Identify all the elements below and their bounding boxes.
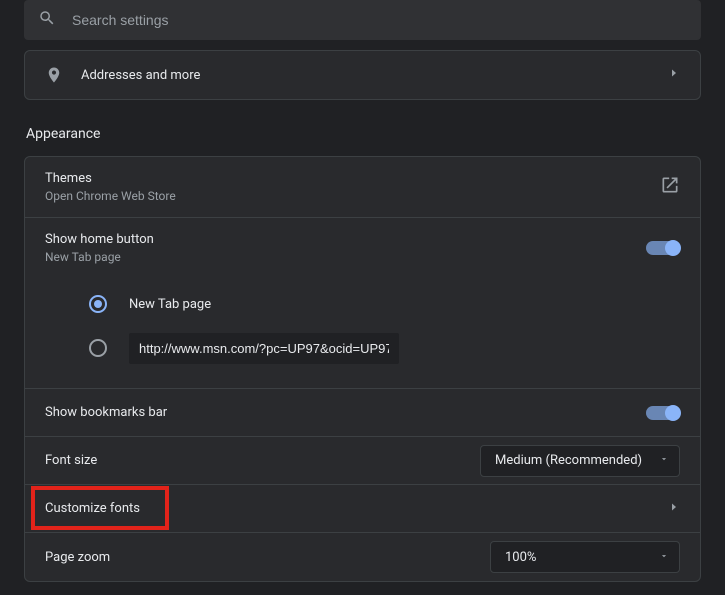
radio-custom-url[interactable]: [89, 339, 107, 357]
home-button-toggle[interactable]: [646, 241, 680, 255]
customize-fonts-row[interactable]: Customize fonts: [25, 485, 700, 533]
bookmarks-label: Show bookmarks bar: [45, 405, 646, 420]
search-bar[interactable]: [24, 0, 701, 40]
appearance-card: Themes Open Chrome Web Store Show home b…: [24, 156, 701, 582]
home-button-radio-group: New Tab page: [25, 278, 700, 388]
addresses-label: Addresses and more: [81, 68, 668, 83]
addresses-card: Addresses and more: [24, 50, 701, 100]
themes-sub: Open Chrome Web Store: [45, 189, 660, 203]
search-icon: [38, 9, 56, 31]
home-button-sub: New Tab page: [45, 250, 646, 264]
themes-row[interactable]: Themes Open Chrome Web Store: [25, 157, 700, 218]
custom-url-input[interactable]: [129, 333, 399, 364]
font-size-row: Font size Medium (Recommended): [25, 437, 700, 485]
radio-url-row[interactable]: [89, 326, 680, 370]
themes-label: Themes: [45, 171, 660, 186]
home-button-label: Show home button: [45, 232, 646, 247]
section-title: Appearance: [26, 126, 701, 142]
customize-fonts-label: Customize fonts: [45, 501, 668, 516]
open-external-icon: [660, 175, 680, 199]
page-zoom-row: Page zoom 100%: [25, 533, 700, 581]
location-icon: [45, 66, 81, 84]
radio-newtab-label: New Tab page: [129, 297, 211, 312]
addresses-row[interactable]: Addresses and more: [25, 51, 700, 99]
search-input[interactable]: [72, 12, 687, 28]
font-size-value: Medium (Recommended): [495, 453, 642, 468]
radio-newtab-row[interactable]: New Tab page: [89, 282, 680, 326]
page-zoom-select[interactable]: 100%: [490, 541, 680, 573]
bookmarks-toggle[interactable]: [646, 406, 680, 420]
home-button-block: Show home button New Tab page New Tab pa…: [25, 218, 700, 389]
chevron-right-icon: [668, 501, 680, 517]
dropdown-icon: [659, 550, 669, 565]
radio-newtab[interactable]: [89, 295, 107, 313]
chevron-right-icon: [668, 67, 680, 83]
font-size-select[interactable]: Medium (Recommended): [480, 445, 680, 477]
font-size-label: Font size: [45, 453, 480, 468]
home-button-row: Show home button New Tab page: [25, 218, 700, 278]
page-zoom-value: 100%: [505, 550, 536, 565]
dropdown-icon: [659, 453, 669, 468]
page-zoom-label: Page zoom: [45, 550, 490, 565]
bookmarks-row: Show bookmarks bar: [25, 389, 700, 437]
